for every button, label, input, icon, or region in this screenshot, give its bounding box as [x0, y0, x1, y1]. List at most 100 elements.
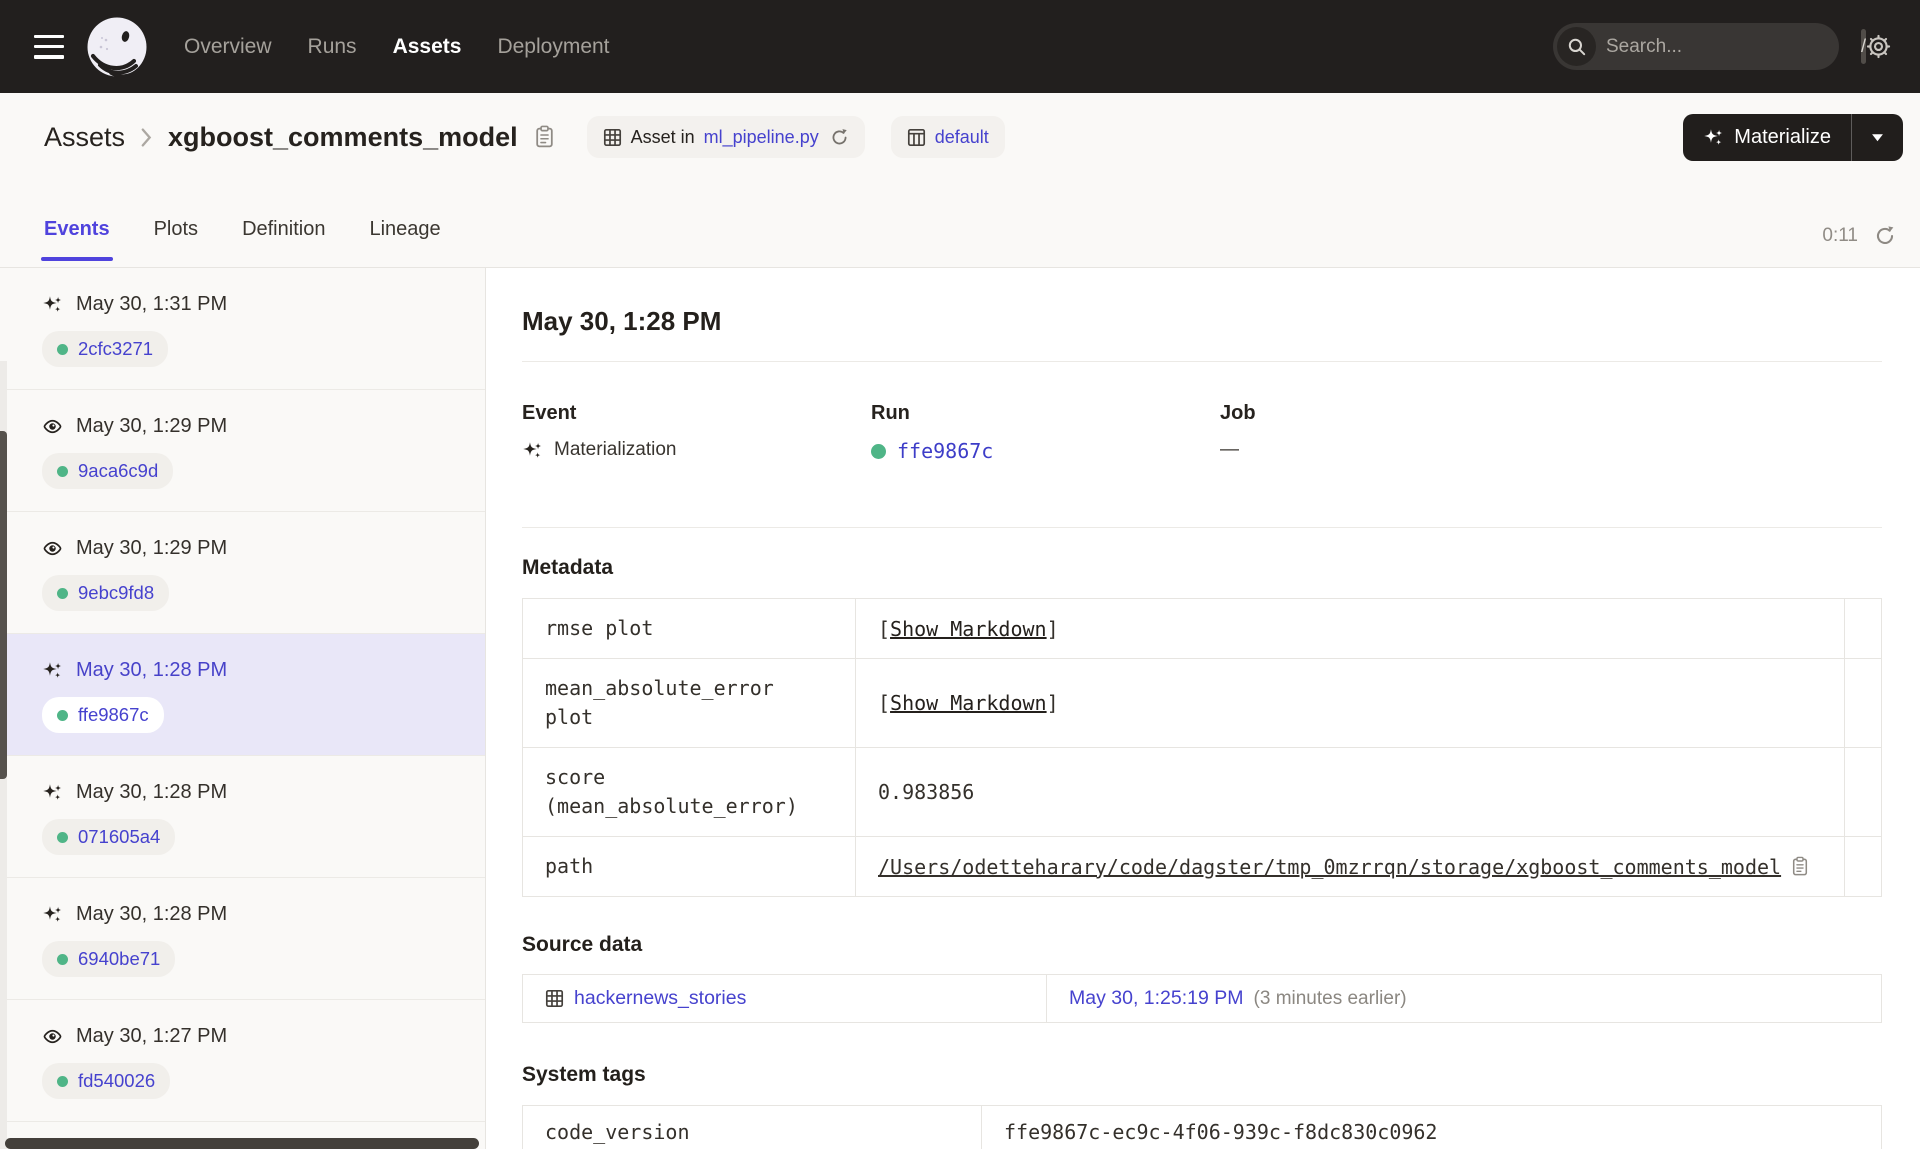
materialize-dropdown-button[interactable]	[1851, 113, 1903, 161]
event-timestamp: May 30, 1:29 PM	[76, 415, 228, 437]
run-id-link[interactable]: 6940be71	[78, 948, 160, 970]
asset-name-title: xgboost_comments_model	[168, 121, 518, 152]
run-id-link[interactable]: 2cfc3271	[78, 338, 153, 360]
run-id-pill[interactable]: 6940be71	[42, 941, 176, 977]
event-label: Event	[522, 402, 577, 424]
tab-plots[interactable]: Plots	[154, 218, 198, 267]
copy-path-icon[interactable]	[1791, 856, 1809, 877]
run-id-link[interactable]: 9aca6c9d	[78, 460, 158, 482]
left-scrollbar-thumb[interactable]	[0, 431, 7, 779]
horizontal-scrollbar-thumb[interactable]	[5, 1138, 479, 1149]
event-list-item[interactable]: May 30, 1:31 PM 2cfc3271	[0, 268, 485, 390]
job-label: Job	[1220, 402, 1256, 424]
event-summary-row: Event Materialization Run ffe9867c Job —	[522, 402, 1882, 463]
event-timestamp: May 30, 1:28 PM	[76, 903, 228, 925]
event-list-item[interactable]: May 30, 1:29 PM 9aca6c9d	[0, 390, 485, 512]
run-id-link[interactable]: 071605a4	[78, 826, 160, 848]
metadata-key: rmse plot	[522, 598, 856, 659]
run-id-link[interactable]: ffe9867c	[897, 439, 993, 463]
run-status-dot	[57, 587, 68, 599]
asset-location-badge[interactable]: Asset in ml_pipeline.py	[586, 116, 865, 158]
event-timestamp: May 30, 1:28 PM	[76, 781, 228, 803]
materialize-sparkle-icon	[1703, 127, 1724, 148]
metadata-value: /Users/odetteharary/code/dagster/tmp_0mz…	[855, 836, 1845, 897]
global-search[interactable]: /	[1553, 23, 1867, 70]
run-id-pill[interactable]: 2cfc3271	[42, 331, 169, 367]
tabs-list: Events Plots Definition Lineage	[41, 218, 485, 267]
metadata-row: rmse plot [Show Markdown]	[522, 598, 1882, 659]
metadata-row-end	[1844, 747, 1882, 837]
repository-badge[interactable]: default	[890, 116, 1005, 158]
metadata-row-end	[1844, 836, 1882, 897]
metadata-key: mean_absolute_error plot	[522, 658, 856, 748]
tab-lineage[interactable]: Lineage	[369, 218, 440, 267]
path-link[interactable]: /Users/odetteharary/code/dagster/tmp_0mz…	[878, 855, 1781, 879]
run-id-pill[interactable]: 9aca6c9d	[42, 453, 174, 489]
tab-definition[interactable]: Definition	[242, 218, 325, 267]
run-id-link[interactable]: 9ebc9fd8	[78, 582, 154, 604]
source-time-note: (3 minutes earlier)	[1253, 988, 1407, 1009]
nav-item-deployment[interactable]: Deployment	[497, 35, 609, 59]
metadata-value: [Show Markdown]	[855, 598, 1845, 659]
search-input[interactable]	[1596, 35, 1861, 58]
event-list-item[interactable]: May 30, 1:29 PM 9ebc9fd8	[0, 512, 485, 634]
run-status-dot	[57, 953, 68, 965]
nav-item-overview[interactable]: Overview	[184, 35, 272, 59]
source-asset-link[interactable]: hackernews_stories	[545, 987, 1024, 1010]
tab-events[interactable]: Events	[41, 218, 113, 267]
materialization-icon	[42, 660, 63, 681]
run-id-link[interactable]: ffe9867c	[78, 704, 149, 726]
metadata-value: [Show Markdown]	[855, 658, 1845, 748]
materialization-icon	[522, 440, 543, 461]
nav-item-assets[interactable]: Assets	[393, 35, 462, 59]
system-tag-key: code_version	[522, 1105, 982, 1149]
event-list: May 30, 1:31 PM 2cfc3271 May 30, 1:29 PM…	[0, 268, 485, 1122]
refresh-icon[interactable]	[1874, 225, 1896, 247]
event-list-item[interactable]: May 30, 1:28 PM 071605a4	[0, 756, 485, 878]
source-time-link[interactable]: May 30, 1:25:19 PM	[1069, 987, 1244, 1009]
run-id-pill[interactable]: 9ebc9fd8	[42, 575, 170, 611]
run-status-dot	[57, 465, 68, 477]
run-id-pill[interactable]: fd540026	[42, 1063, 171, 1099]
metadata-row: mean_absolute_error plot [Show Markdown]	[522, 658, 1882, 748]
materialize-button[interactable]: Materialize	[1683, 114, 1851, 161]
system-tags-heading: System tags	[522, 1063, 646, 1086]
breadcrumb-assets-link[interactable]: Assets	[44, 122, 125, 153]
event-list-panel: May 30, 1:31 PM 2cfc3271 May 30, 1:29 PM…	[0, 268, 486, 1149]
metadata-key: path	[522, 836, 856, 897]
source-data-row: hackernews_stories May 30, 1:25:19 PM (3 …	[522, 974, 1882, 1023]
search-icon	[1557, 27, 1596, 66]
reload-location-icon[interactable]	[830, 128, 849, 147]
run-status-dot	[871, 443, 886, 459]
event-list-item[interactable]: May 30, 1:27 PM fd540026	[0, 1000, 485, 1122]
breadcrumb-chevron-icon	[141, 127, 152, 147]
show-markdown-link[interactable]: Show Markdown	[890, 691, 1047, 715]
event-list-item[interactable]: May 30, 1:28 PM ffe9867c	[0, 634, 485, 756]
copy-asset-name-icon[interactable]	[534, 125, 555, 149]
materialize-split-button: Materialize	[1683, 113, 1903, 161]
settings-gear-icon[interactable]	[1865, 33, 1892, 60]
metadata-row-end	[1844, 658, 1882, 748]
run-label: Run	[871, 402, 910, 424]
run-status-dot	[57, 343, 68, 355]
event-timestamp: May 30, 1:31 PM	[76, 293, 228, 315]
observation-icon	[42, 538, 63, 559]
event-timestamp: May 30, 1:28 PM	[76, 659, 228, 681]
event-list-item[interactable]: May 30, 1:28 PM 6940be71	[0, 878, 485, 1000]
nav-item-runs[interactable]: Runs	[308, 35, 357, 59]
event-timestamp: May 30, 1:29 PM	[76, 537, 228, 559]
repository-name-link[interactable]: default	[935, 127, 989, 148]
left-scrollbar-track[interactable]	[0, 361, 7, 1149]
dagster-logo[interactable]	[86, 16, 148, 78]
source-data-table: hackernews_stories May 30, 1:25:19 PM (3 …	[522, 974, 1882, 1023]
pipeline-file-link[interactable]: ml_pipeline.py	[704, 127, 819, 148]
observation-icon	[42, 1026, 63, 1047]
run-id-pill[interactable]: 071605a4	[42, 819, 176, 855]
system-tag-row: code_version ffe9867c-ec9c-4f06-939c-f8dc…	[522, 1105, 1882, 1149]
menu-button[interactable]	[34, 34, 64, 59]
show-markdown-link[interactable]: Show Markdown	[890, 617, 1047, 641]
source-asset-name[interactable]: hackernews_stories	[574, 987, 746, 1010]
asset-grid-icon	[545, 989, 564, 1008]
run-id-pill[interactable]: ffe9867c	[42, 697, 164, 733]
run-id-link[interactable]: fd540026	[78, 1070, 155, 1092]
